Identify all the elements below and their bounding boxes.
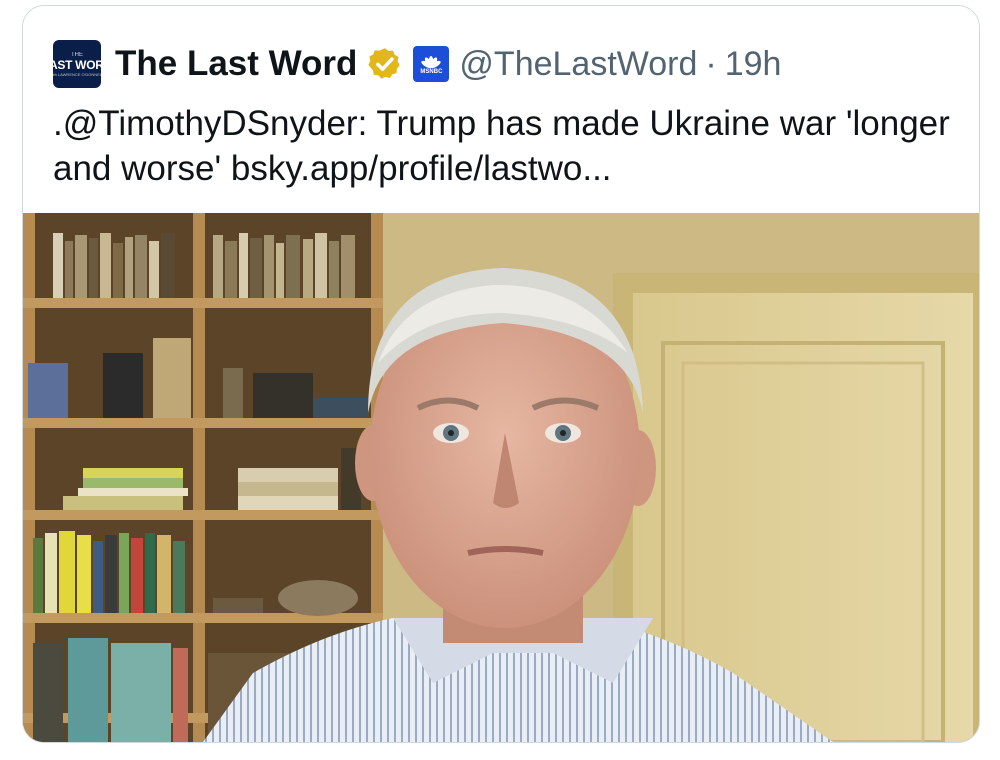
affiliate-label: MSNBC xyxy=(420,69,443,75)
tweet-header: THE LAST WORD with LAWRENCE O'DONNELL Th… xyxy=(42,38,782,90)
avatar-line1: THE xyxy=(71,51,83,58)
separator-dot: · xyxy=(705,44,717,83)
display-name[interactable]: The Last Word xyxy=(115,44,357,84)
tweet-card[interactable]: THE LAST WORD with LAWRENCE O'DONNELL Th… xyxy=(22,5,980,743)
video-frame-illustration xyxy=(23,213,979,742)
msnbc-affiliate-icon[interactable]: MSNBC xyxy=(413,46,450,82)
avatar-line2: LAST WORD xyxy=(42,57,112,72)
handle[interactable]: @TheLastWord xyxy=(459,45,697,84)
verified-badge-icon[interactable] xyxy=(367,46,403,82)
tweet-text: .@TimothyDSnyder: Trump has made Ukraine… xyxy=(53,104,950,188)
peacock-icon xyxy=(421,56,442,69)
avatar[interactable]: THE LAST WORD with LAWRENCE O'DONNELL xyxy=(42,40,112,88)
tweet-media-video[interactable] xyxy=(23,213,979,742)
avatar-line3: with LAWRENCE O'DONNELL xyxy=(49,71,105,77)
timestamp[interactable]: 19h xyxy=(725,45,782,84)
